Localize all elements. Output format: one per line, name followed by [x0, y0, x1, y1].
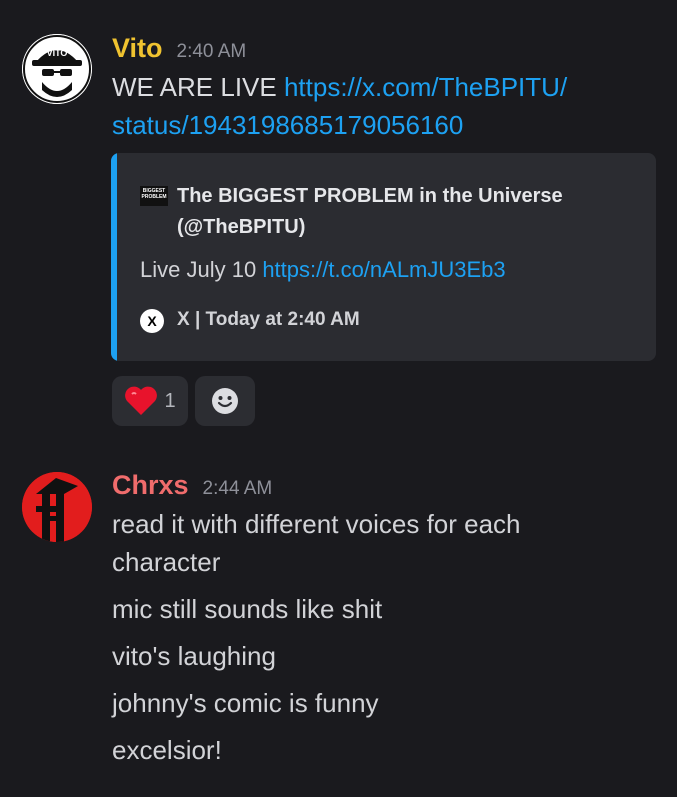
message-header: Chrxs 2:44 AM: [112, 470, 272, 501]
chrxs-avatar-icon: [22, 472, 92, 542]
vito-avatar-icon: VITO: [22, 34, 92, 104]
heart-icon: [125, 386, 158, 415]
message-line: vito's laughing: [112, 641, 276, 671]
message-line: excelsior!: [112, 735, 222, 765]
message-text: WE ARE LIVE: [112, 72, 277, 102]
message-line: character: [112, 547, 221, 577]
message-line: johnny's comic is funny: [112, 688, 379, 718]
x-logo-icon: X: [140, 309, 164, 333]
embed-description-link[interactable]: https://t.co/nALmJU3Eb3: [262, 257, 505, 282]
vito-avatar-label: VITO: [47, 48, 68, 58]
embed-description: Live July 10 https://t.co/nALmJU3Eb3: [140, 257, 506, 283]
message-vito: VITO Vito 2:40 AM WE ARE LIVE https://x.…: [0, 0, 677, 440]
embed-description-text: Live July 10: [140, 257, 257, 282]
message-link-part2[interactable]: status/1943198685179056160: [112, 110, 463, 140]
embed-author-name[interactable]: The BIGGEST PROBLEM in the Universe: [177, 185, 563, 207]
timestamp: 2:44 AM: [202, 478, 273, 499]
link-embed: BIGGEST PROBLEM The BIGGEST PROBLEM in t…: [111, 153, 656, 361]
add-reaction-button[interactable]: [195, 376, 255, 426]
username[interactable]: Chrxs: [112, 470, 189, 501]
embed-author-handle[interactable]: (@TheBPITU): [177, 216, 305, 238]
message-header: Vito 2:40 AM: [112, 33, 246, 64]
smiley-icon: [212, 388, 238, 414]
embed-author-icon: BIGGEST PROBLEM: [140, 186, 168, 206]
embed-footer: X | Today at 2:40 AM: [177, 309, 360, 330]
reaction-heart[interactable]: 1: [112, 376, 188, 426]
timestamp: 2:40 AM: [176, 41, 247, 62]
embed-accent-bar: [111, 153, 117, 361]
reaction-count: 1: [164, 389, 176, 412]
username[interactable]: Vito: [112, 33, 163, 64]
message-content: WE ARE LIVE https://x.com/TheBPITU/ stat…: [112, 68, 567, 144]
avatar[interactable]: [22, 472, 92, 542]
message-line: read it with different voices for each: [112, 509, 521, 539]
avatar[interactable]: VITO: [22, 34, 92, 104]
message-chrxs: Chrxs 2:44 AM read it with different voi…: [0, 440, 677, 797]
message-line: mic still sounds like shit: [112, 594, 383, 624]
message-link-part1[interactable]: https://x.com/TheBPITU/: [284, 72, 567, 102]
embed-author[interactable]: The BIGGEST PROBLEM in the Universe (@Th…: [177, 181, 637, 243]
